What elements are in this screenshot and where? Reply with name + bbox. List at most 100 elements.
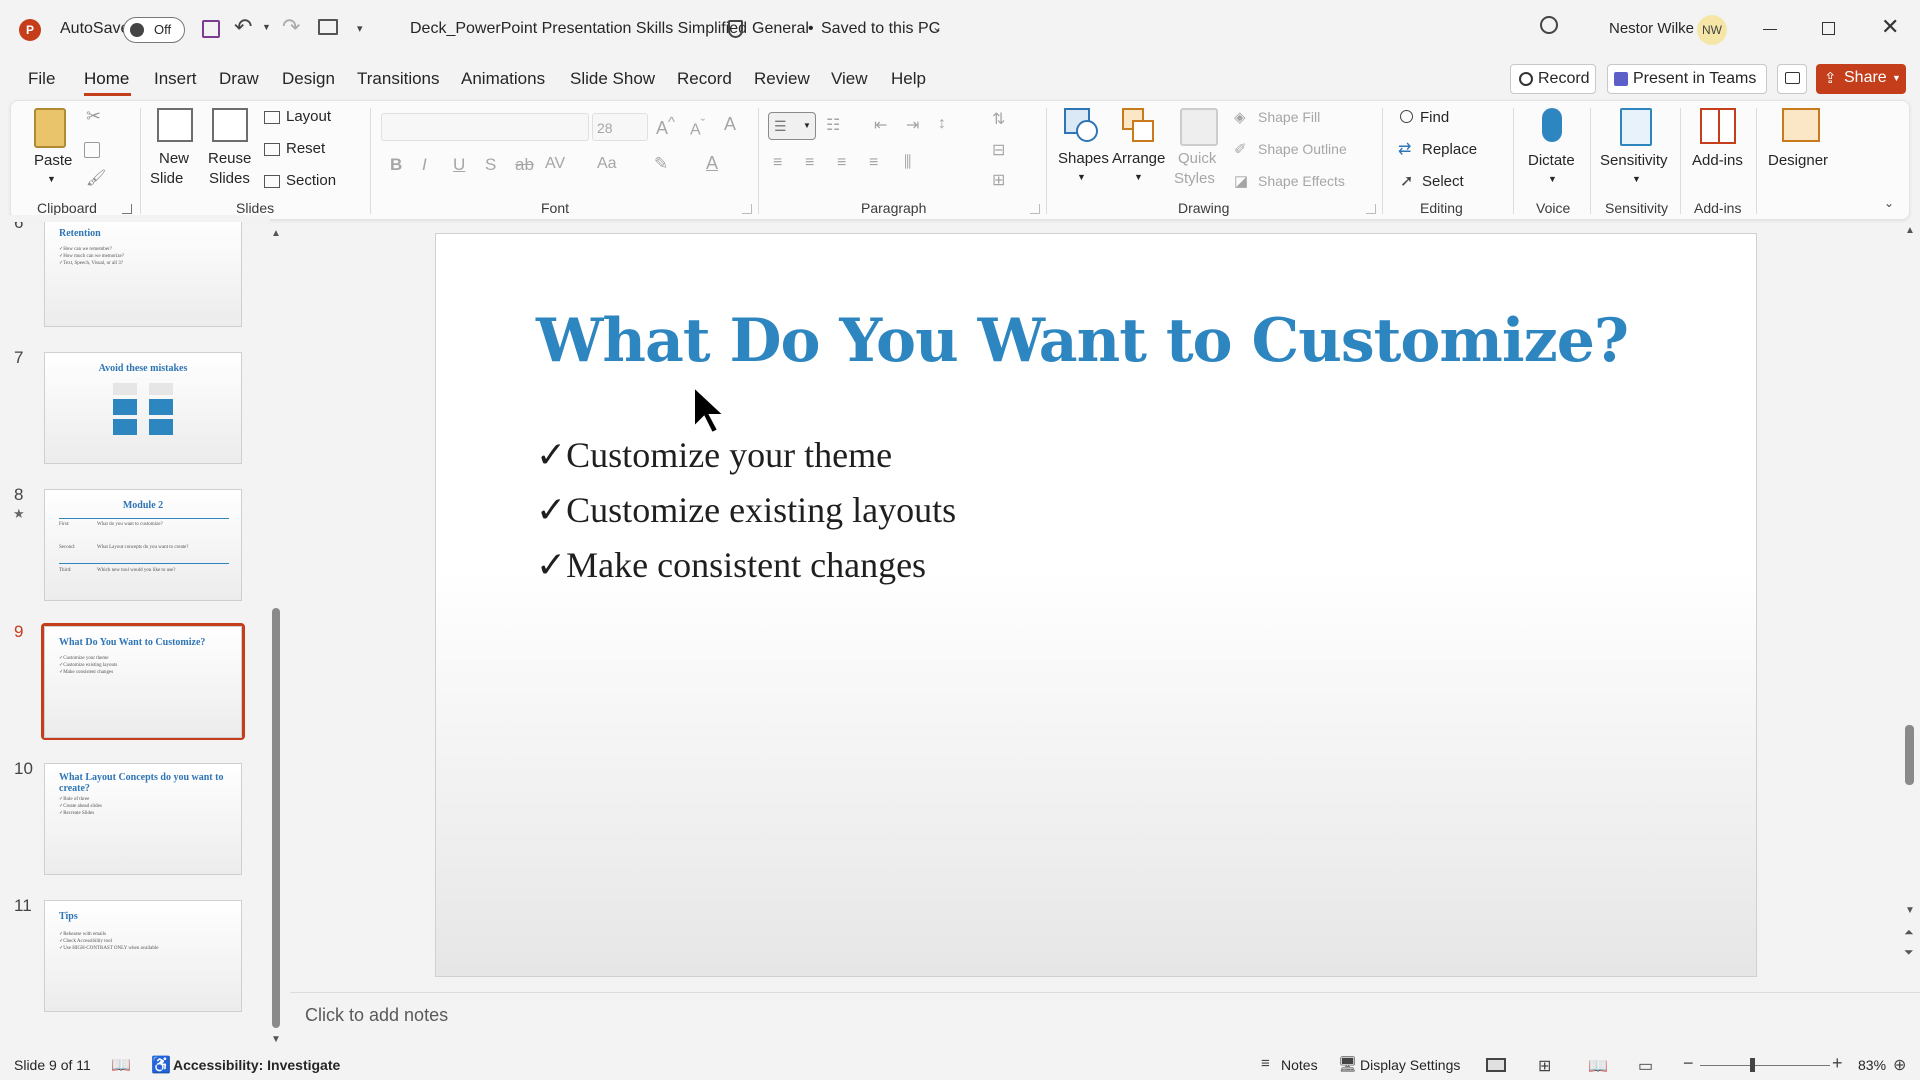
document-title[interactable]: Deck_PowerPoint Presentation Skills Simp… bbox=[410, 20, 747, 38]
zoom-slider[interactable] bbox=[1700, 1058, 1830, 1072]
dialog-launcher-icon[interactable] bbox=[1030, 204, 1040, 214]
scroll-thumb[interactable] bbox=[1905, 725, 1914, 785]
slide-show-icon[interactable]: ▭ bbox=[1638, 1056, 1653, 1076]
align-left-icon[interactable]: ≡ bbox=[773, 154, 782, 172]
reuse-slides-button[interactable]: Reuse Slides bbox=[208, 106, 256, 191]
chevron-down-icon[interactable]: ⌄ bbox=[932, 20, 942, 34]
scroll-up-icon[interactable]: ▲ bbox=[271, 228, 281, 239]
font-name-select[interactable] bbox=[381, 113, 589, 141]
slide-bullet[interactable]: ✓Customize existing layouts bbox=[536, 489, 956, 531]
close-icon[interactable]: ✕ bbox=[1881, 14, 1899, 40]
arrange-button[interactable]: Arrange ▼ bbox=[1110, 106, 1166, 191]
quick-styles-button[interactable]: Quick Styles bbox=[1172, 106, 1226, 191]
save-icon[interactable] bbox=[202, 20, 220, 38]
autosave-toggle[interactable]: Off bbox=[123, 17, 185, 43]
normal-view-icon[interactable] bbox=[1486, 1058, 1506, 1072]
dialog-launcher-icon[interactable] bbox=[122, 204, 132, 214]
shape-fill-button[interactable]: ◈ Shape Fill bbox=[1232, 106, 1342, 130]
bullets-button[interactable]: ☰ ▼ bbox=[768, 112, 816, 140]
tab-insert[interactable]: Insert bbox=[154, 69, 197, 89]
dialog-launcher-icon[interactable] bbox=[742, 204, 752, 214]
display-settings-button[interactable]: Display Settings bbox=[1360, 1057, 1460, 1073]
zoom-in-icon[interactable]: + bbox=[1832, 1053, 1843, 1074]
sensitivity-label[interactable]: General bbox=[752, 20, 809, 38]
align-text-icon[interactable]: ⊟ bbox=[992, 140, 1005, 160]
accessibility-status[interactable]: Accessibility: Investigate bbox=[173, 1057, 340, 1073]
clear-formatting-icon[interactable]: A bbox=[724, 114, 736, 135]
restore-icon[interactable] bbox=[1822, 22, 1835, 35]
slide-thumbnail-10[interactable]: What Layout Concepts do you want to crea… bbox=[44, 763, 242, 875]
tab-transitions[interactable]: Transitions bbox=[357, 69, 440, 89]
tab-animations[interactable]: Animations bbox=[461, 69, 545, 89]
font-size-select[interactable]: 28 bbox=[592, 113, 648, 141]
scroll-thumb[interactable] bbox=[272, 608, 280, 1028]
line-spacing-icon[interactable]: ↕ bbox=[938, 115, 946, 133]
tab-view[interactable]: View bbox=[831, 69, 868, 89]
zoom-out-icon[interactable]: − bbox=[1683, 1053, 1694, 1074]
thumbnail-scrollbar[interactable]: ▲ ▼ bbox=[270, 228, 282, 1048]
slide-bullet[interactable]: ✓Customize your theme bbox=[536, 434, 892, 476]
slide-thumbnail-6[interactable]: Retention ✓How can we remember? ✓How muc… bbox=[44, 215, 242, 327]
avatar[interactable]: NW bbox=[1697, 15, 1727, 45]
tab-review[interactable]: Review bbox=[754, 69, 810, 89]
justify-icon[interactable]: ≡ bbox=[869, 154, 878, 172]
user-name[interactable]: Nestor Wilke bbox=[1609, 20, 1694, 37]
columns-icon[interactable]: ⫼ bbox=[904, 154, 911, 172]
character-spacing-icon[interactable]: AV bbox=[545, 155, 565, 173]
decrease-indent-icon[interactable]: ⇤ bbox=[874, 115, 887, 135]
spelling-icon[interactable]: 📖 bbox=[111, 1055, 131, 1075]
display-settings-icon[interactable]: 🖥 bbox=[1338, 1055, 1357, 1073]
customize-toolbar-icon[interactable]: ▾ bbox=[357, 22, 363, 35]
tab-draw[interactable]: Draw bbox=[219, 69, 259, 89]
highlight-icon[interactable]: ✎ bbox=[654, 154, 668, 174]
present-in-teams-button[interactable]: Present in Teams bbox=[1607, 64, 1767, 94]
tab-record[interactable]: Record bbox=[677, 69, 732, 89]
layout-button[interactable]: Layout bbox=[262, 106, 348, 130]
record-button[interactable]: Record bbox=[1510, 64, 1596, 94]
shape-outline-button[interactable]: ✐ Shape Outline bbox=[1232, 138, 1362, 162]
slide-thumbnail-8[interactable]: Module 2 First: What do you want to cust… bbox=[44, 489, 242, 601]
tab-home[interactable]: Home bbox=[84, 69, 129, 89]
slide-title[interactable]: What Do You Want to Customize? bbox=[536, 306, 1629, 376]
slide-bullet[interactable]: ✓Make consistent changes bbox=[536, 544, 926, 586]
tab-help[interactable]: Help bbox=[891, 69, 926, 89]
new-slide-button[interactable]: New Slide bbox=[150, 106, 200, 191]
shape-effects-button[interactable]: ◪ Shape Effects bbox=[1232, 170, 1362, 194]
designer-button[interactable]: Designer bbox=[1764, 106, 1836, 191]
format-painter-icon[interactable]: 🖌 bbox=[86, 168, 106, 188]
strikethrough-icon[interactable]: ab bbox=[515, 155, 534, 175]
reading-view-icon[interactable]: 📖 bbox=[1588, 1056, 1608, 1076]
search-icon[interactable] bbox=[1540, 16, 1558, 34]
tab-slide-show[interactable]: Slide Show bbox=[570, 69, 655, 89]
shrink-font-icon[interactable]: Aˇ bbox=[690, 116, 705, 139]
cut-icon[interactable]: ✂ bbox=[86, 106, 101, 127]
fit-to-window-icon[interactable]: ⊕ bbox=[1893, 1055, 1906, 1075]
smartart-icon[interactable]: ⊞ bbox=[992, 170, 1005, 190]
font-color-icon[interactable]: A bbox=[706, 153, 718, 174]
paste-button[interactable]: Paste ▼ bbox=[30, 106, 72, 186]
copy-icon[interactable] bbox=[84, 142, 100, 158]
select-button[interactable]: ➚ Select bbox=[1398, 170, 1488, 194]
dialog-launcher-icon[interactable] bbox=[1366, 204, 1376, 214]
tab-design[interactable]: Design bbox=[282, 69, 335, 89]
previous-slide-icon[interactable]: ⏶ bbox=[1904, 925, 1914, 940]
grow-font-icon[interactable]: A^ bbox=[656, 114, 675, 139]
slide-scrollbar[interactable]: ▲ ▼ ⏶ ⏷ bbox=[1902, 225, 1918, 990]
scroll-down-icon[interactable]: ▼ bbox=[1905, 905, 1915, 916]
share-button[interactable]: ⇪ Share ▼ bbox=[1816, 64, 1906, 94]
slide-thumbnail-7[interactable]: Avoid these mistakes bbox=[44, 352, 242, 464]
underline-icon[interactable]: U bbox=[453, 155, 465, 175]
align-center-icon[interactable]: ≡ bbox=[805, 154, 814, 172]
zoom-slider-thumb[interactable] bbox=[1750, 1058, 1755, 1072]
redo-icon[interactable]: ↷ bbox=[282, 14, 300, 40]
notes-pane[interactable]: Click to add notes bbox=[290, 992, 1920, 1048]
dictate-button[interactable]: Dictate ▼ bbox=[1524, 106, 1582, 191]
sensitivity-button[interactable]: Sensitivity ▼ bbox=[1598, 106, 1674, 191]
change-case-icon[interactable]: Aa bbox=[597, 155, 617, 173]
shadow-icon[interactable]: S bbox=[485, 155, 496, 175]
tab-file[interactable]: File bbox=[28, 69, 55, 89]
find-button[interactable]: Find bbox=[1398, 106, 1478, 130]
collapse-ribbon-icon[interactable]: ⌄ bbox=[1884, 196, 1894, 210]
minimize-icon[interactable] bbox=[1763, 29, 1777, 30]
slide-thumbnail-11[interactable]: Tips ✓Rehearse with emails ✓Check Access… bbox=[44, 900, 242, 1012]
